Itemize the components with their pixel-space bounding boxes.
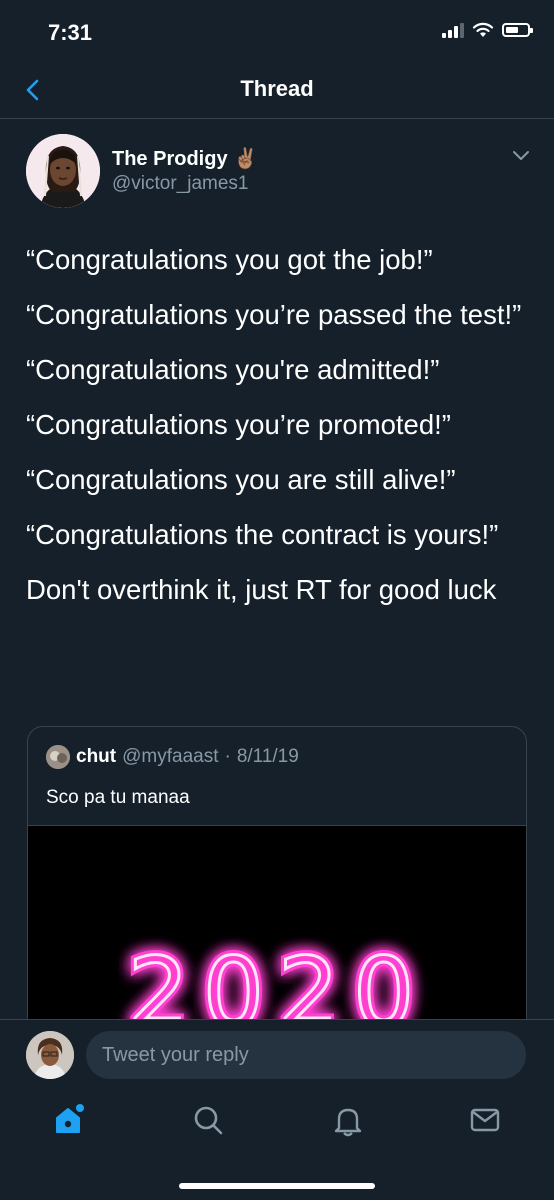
author-handle: @victor_james1 [112, 173, 249, 194]
nav-bar: Thread [0, 66, 554, 119]
tweet-text: “Congratulations you got the job!” “Cong… [26, 238, 531, 623]
tweet-author[interactable]: The Prodigy ✌🏽 @victor_james1 [112, 146, 258, 195]
quoted-author-handle: @myfaaast [122, 746, 219, 767]
tweet-line: “Congratulations you got the job!” [26, 244, 433, 275]
tweet-line: “Congratulations the contract is yours!” [26, 519, 499, 550]
bell-icon[interactable] [331, 1103, 365, 1137]
quoted-tweet-header: chut @myfaaast · 8/11/19 [46, 745, 299, 769]
search-icon[interactable] [191, 1103, 225, 1137]
separator-dot: · [224, 746, 231, 767]
status-bar: 7:31 [0, 0, 554, 66]
page-title: Thread [240, 76, 314, 101]
wifi-icon [472, 22, 494, 37]
battery-icon [502, 23, 533, 37]
reply-input[interactable] [86, 1031, 526, 1079]
user-avatar[interactable] [26, 1031, 74, 1079]
quoted-tweet[interactable]: chut @myfaaast · 8/11/19 Sco pa tu manaa… [27, 726, 527, 1046]
status-icons [442, 22, 533, 38]
quoted-author-avatar [46, 745, 70, 769]
mail-icon[interactable] [468, 1103, 502, 1137]
author-name: The Prodigy ✌🏽 [112, 148, 259, 170]
quoted-author-name: chut [76, 746, 117, 767]
quoted-tweet-date: 8/11/19 [236, 746, 299, 767]
tweet-line: Don't overthink it, just RT for good luc… [26, 574, 497, 605]
author-avatar[interactable] [26, 134, 100, 208]
home-icon[interactable] [52, 1103, 86, 1137]
quoted-tweet-image[interactable]: 2020 2020 [28, 825, 526, 1045]
tweet-line: “Congratulations you are still alive!” [26, 464, 456, 495]
home-indicator[interactable] [179, 1183, 375, 1189]
tweet-line: “Congratulations you're admitted!” [26, 354, 440, 385]
reply-bar [0, 1019, 554, 1090]
chevron-down-icon[interactable] [512, 150, 530, 162]
cellular-signal-icon [442, 22, 464, 38]
tweet-line: “Congratulations you’re passed the test!… [26, 299, 522, 330]
quoted-tweet-text: Sco pa tu manaa [46, 787, 190, 808]
tweet-line: “Congratulations you’re promoted!” [26, 409, 451, 440]
status-time: 7:31 [48, 20, 93, 45]
